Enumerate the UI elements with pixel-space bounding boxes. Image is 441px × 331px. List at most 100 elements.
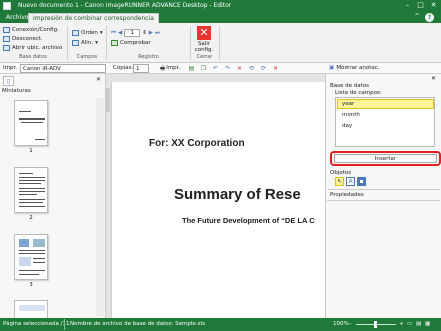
- zoom-out-icon[interactable]: –: [349, 321, 352, 327]
- undo-icon[interactable]: ↶: [212, 65, 219, 72]
- maximize-icon[interactable]: □: [414, 0, 427, 11]
- fields-list-label: Lista de campos:: [335, 90, 382, 96]
- abrir-ubicacion-button[interactable]: Abrir ubic. archivo: [3, 44, 62, 52]
- document-canvas: For: XX Corporation Summary of Rese The …: [106, 74, 325, 318]
- status-page-selected: Página seleccionada /11: [3, 321, 70, 327]
- status-bar: Página seleccionada /11 Nombre de archiv…: [0, 318, 441, 331]
- page-thumbnail-3[interactable]: [14, 234, 48, 280]
- conexion-config-button[interactable]: Conexión/Config.: [3, 26, 59, 34]
- record-navigation: ⏮ ◀ 1 ⇕ ▶ ⏭: [111, 29, 160, 37]
- vertical-scroll-thumb[interactable]: [106, 88, 110, 112]
- image-field-icon[interactable]: ▪: [357, 177, 366, 186]
- copy-icon[interactable]: ❐: [200, 65, 207, 72]
- thumbnails-title: Miniaturas: [2, 88, 31, 94]
- exit-settings-icon[interactable]: ✕: [197, 26, 211, 40]
- document-subheading: The Future Development of “DE LA C: [182, 216, 315, 225]
- page-thumbnail-1[interactable]: [14, 100, 48, 146]
- section-database: Base de datos: [330, 83, 370, 89]
- zoom-slider-thumb[interactable]: [374, 321, 377, 328]
- objects-toolbar: ↖ A ▪: [335, 177, 366, 186]
- group-label-campos: Campos: [76, 54, 98, 60]
- printer-label: Impr.: [3, 65, 17, 71]
- redo-icon[interactable]: ↷: [224, 65, 231, 72]
- rotate-right-icon[interactable]: ⟳: [260, 65, 267, 72]
- group-label-base-datos: Base datos: [19, 54, 47, 60]
- panel-close-icon[interactable]: ✕: [96, 76, 101, 83]
- fields-list[interactable]: year month day: [335, 97, 435, 147]
- order-icon: [72, 30, 79, 36]
- close-icon[interactable]: ✕: [427, 0, 440, 11]
- objects-label: Objetos: [330, 170, 352, 176]
- comprobar-button[interactable]: Comprobar: [111, 39, 151, 47]
- rotate-left-icon[interactable]: ⟲: [248, 65, 255, 72]
- record-number-input[interactable]: 1: [124, 29, 141, 37]
- spin-icon[interactable]: ⇕: [142, 30, 147, 36]
- title-bar: Nuevo documento 1 - Canon imageRUNNER AD…: [0, 0, 441, 12]
- fit-page-icon[interactable]: ▭: [407, 321, 412, 327]
- window-title: Nuevo documento 1 - Canon imageRUNNER AD…: [18, 2, 232, 9]
- next-record-icon[interactable]: ▶: [149, 30, 153, 36]
- help-icon[interactable]: ?: [425, 13, 434, 22]
- thumbnail-tab-icon[interactable]: ▯: [3, 76, 14, 86]
- group-label-cerrar: Cerrar: [196, 54, 213, 60]
- page-icon[interactable]: ▤: [188, 65, 195, 72]
- for-line: For: XX Corporation: [149, 138, 245, 149]
- page-thumbnail-number: 3: [29, 282, 33, 288]
- thumbnail-scrollbar[interactable]: [96, 98, 104, 316]
- last-record-icon[interactable]: ⏭: [155, 30, 160, 37]
- field-item[interactable]: month: [342, 112, 360, 118]
- delete-page-icon[interactable]: ✕: [272, 65, 279, 72]
- orden-button[interactable]: Orden ▾: [72, 29, 103, 37]
- page-thumbnail-number: 2: [29, 215, 33, 221]
- chevron-down-icon: ▾: [99, 30, 103, 36]
- properties-label: Propiedades: [330, 192, 364, 198]
- zoom-level: 100%: [333, 321, 349, 327]
- document-heading: Summary of Rese: [174, 186, 301, 203]
- status-separator: [64, 319, 65, 330]
- text-field-icon[interactable]: A: [346, 177, 355, 186]
- copias-label: Copias:: [113, 65, 134, 71]
- desconectar-button[interactable]: Desconect.: [3, 35, 43, 43]
- printer-icon: 🖶: [160, 66, 166, 72]
- app-icon: [3, 2, 11, 10]
- page-thumbnail-2[interactable]: [14, 167, 48, 213]
- document-page[interactable]: For: XX Corporation Summary of Rese The …: [111, 82, 325, 318]
- fit-all-icon[interactable]: ▦: [425, 321, 430, 327]
- field-item[interactable]: day: [342, 123, 352, 129]
- prev-record-icon[interactable]: ◀: [118, 30, 122, 36]
- page-thumbnail-4[interactable]: [14, 300, 48, 318]
- salir-config-button[interactable]: Salir config.: [192, 41, 216, 53]
- tab-mail-merge[interactable]: Impresión de combinar correspondencia: [28, 13, 159, 23]
- chevron-down-icon: ▾: [95, 40, 98, 46]
- status-db-file: Nombre de archivo de base de datos: Samp…: [70, 321, 206, 327]
- check-icon: [111, 40, 118, 46]
- copias-input[interactable]: 1: [133, 64, 149, 73]
- zoom-in-icon[interactable]: +: [399, 321, 404, 327]
- page-thumbnail-number: 1: [29, 148, 33, 154]
- alinear-button[interactable]: Alin. ▾: [72, 39, 98, 47]
- printer-select[interactable]: Canon iR-ADV: [20, 64, 106, 73]
- insertar-button[interactable]: Insertar: [334, 154, 437, 163]
- minimize-icon[interactable]: –: [401, 0, 414, 11]
- disconnect-icon: [3, 36, 10, 42]
- annotation-icon: ▣: [329, 65, 335, 71]
- field-item[interactable]: year: [337, 99, 434, 109]
- fit-width-icon[interactable]: ▤: [416, 321, 421, 327]
- thumbnail-panel: ▯ ✕ Miniaturas 1 2 3: [0, 74, 106, 318]
- divider: [327, 189, 440, 190]
- delete-icon[interactable]: ✕: [236, 65, 243, 72]
- ribbon: Conexión/Config. Desconect. Abrir ubic. …: [0, 23, 441, 63]
- ribbon-tabs: Archivo Impresión de combinar correspond…: [0, 12, 441, 23]
- panel-close-icon[interactable]: ✕: [431, 75, 436, 82]
- merge-panel: ✕ Base de datos Lista de campos: year mo…: [325, 74, 441, 318]
- print-button[interactable]: 🖶 Impr.: [160, 65, 180, 74]
- ribbon-collapse-icon[interactable]: ^: [413, 13, 421, 22]
- pointer-icon[interactable]: ↖: [335, 177, 344, 186]
- ribbon-separator: [219, 26, 220, 60]
- align-icon: [72, 40, 79, 46]
- folder-icon: [3, 45, 10, 51]
- group-label-registro: Registro: [138, 54, 159, 60]
- first-record-icon[interactable]: ⏮: [111, 30, 116, 37]
- show-annotations-button[interactable]: ▣ Mostrar anotac.: [329, 65, 380, 71]
- secondary-toolbar: Impr. Canon iR-ADV Copias: 1 🖶 Impr. ▤ ❐…: [0, 63, 441, 74]
